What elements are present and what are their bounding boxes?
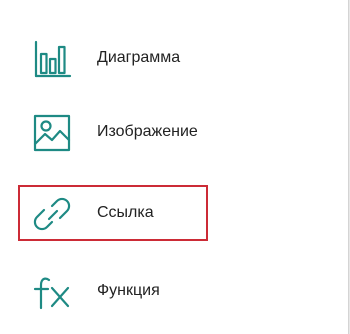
menu-item-chart-label: Диаграмма — [97, 49, 181, 66]
menu-item-image-label: Изображение — [97, 123, 198, 140]
menu-item-function[interactable]: Функция — [0, 253, 330, 329]
function-fx-icon — [32, 272, 72, 312]
menu-item-image[interactable]: Изображение — [0, 94, 330, 170]
menu-item-link-label: Ссылка — [97, 204, 154, 221]
menu-item-link[interactable]: Ссылка — [0, 175, 330, 251]
image-icon — [32, 113, 72, 153]
menu-item-function-label: Функция — [97, 282, 160, 299]
menu-item-chart[interactable]: Диаграмма — [0, 20, 330, 96]
bar-chart-icon — [32, 39, 72, 79]
insert-menu-panel: Диаграмма Изображение Ссылка Функция — [0, 0, 349, 334]
link-icon — [32, 194, 72, 234]
